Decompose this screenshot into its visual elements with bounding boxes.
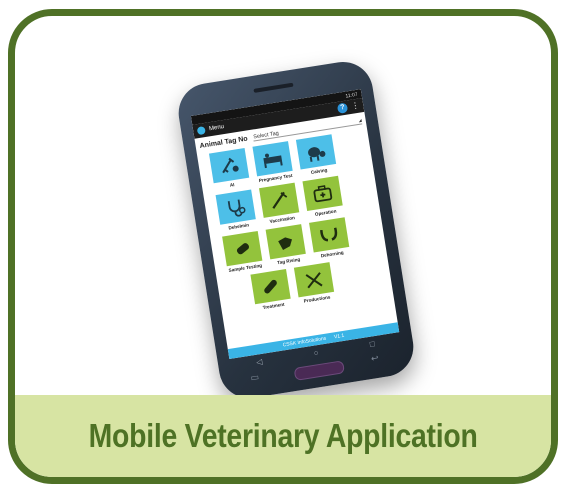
footer-version: V1.1 [333,332,345,341]
stethoscope-icon [227,199,246,217]
tile-dehorning[interactable] [309,217,350,253]
tile-treatment[interactable] [250,269,291,305]
dropdown-arrow-icon: ◢ [358,116,362,123]
syringe-icon [222,157,239,174]
test-tube-icon [236,243,249,255]
needle-icon [272,191,288,209]
tile-productions[interactable] [293,262,335,298]
horns-icon [320,227,338,242]
phone-body: 11:07 Menu ? ⋮ Animal Tag No Select Tag … [174,57,418,403]
hardware-back-icon[interactable]: ↩ [370,353,379,365]
app-title: Mobile Veterinary Application [88,417,478,454]
earpiece-speaker [253,82,294,93]
phone-screen: 11:07 Menu ? ⋮ Animal Tag No Select Tag … [190,89,400,360]
nav-home-icon[interactable]: ○ [313,348,319,358]
hardware-menu-icon[interactable]: ▭ [250,372,260,384]
cow-bed-icon [263,153,283,169]
bandage-icon [264,279,277,294]
medical-bag-icon [313,185,333,203]
tile-sample-testing[interactable] [222,231,263,267]
animal-tag-label: Animal Tag No [199,134,249,150]
menu-label[interactable]: Menu [209,124,225,132]
tile-ai[interactable] [208,148,250,184]
tools-icon [305,272,323,289]
tile-vaccination[interactable] [259,182,300,218]
tile-dehelmin[interactable] [215,189,256,225]
tile-pregnancy-test[interactable] [252,141,293,177]
caption-band: Mobile Veterinary Application [15,395,551,477]
overflow-menu-icon[interactable]: ⋮ [351,101,360,111]
tag-icon [278,237,292,251]
app-card: 11:07 Menu ? ⋮ Animal Tag No Select Tag … [8,9,558,484]
nav-recents-icon[interactable]: □ [369,339,375,349]
hardware-home-button[interactable] [293,360,345,381]
cow-calf-icon [308,147,326,162]
app-logo-icon[interactable] [196,126,206,136]
nav-back-icon[interactable]: ◁ [255,356,262,366]
phone-illustration: 11:07 Menu ? ⋮ Animal Tag No Select Tag … [174,57,418,403]
tile-calving[interactable] [295,134,337,170]
help-icon[interactable]: ? [336,102,349,114]
tag-select-placeholder: Select Tag [252,130,280,140]
tile-tag-rising[interactable] [265,224,306,260]
tile-operation[interactable] [302,175,343,212]
